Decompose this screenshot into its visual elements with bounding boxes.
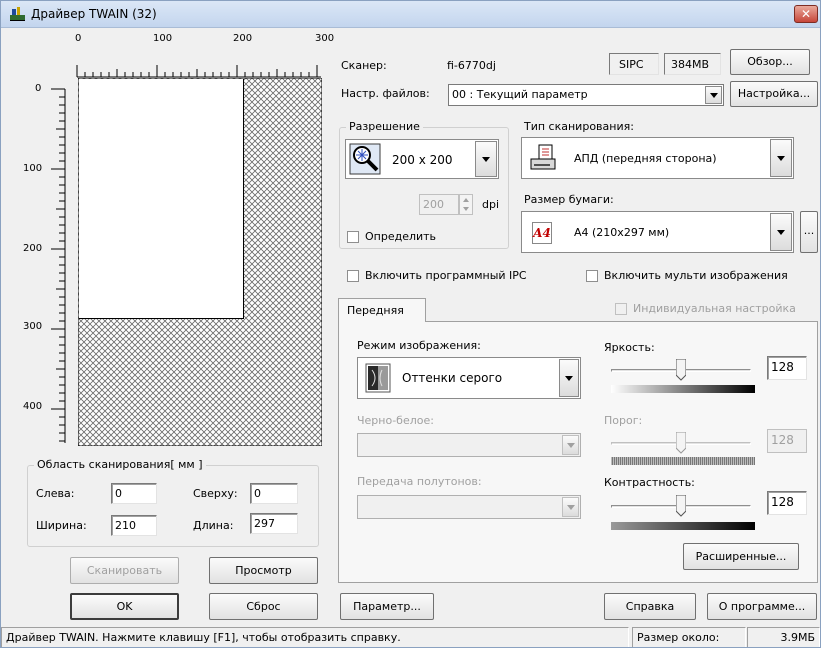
image-mode-dropdown[interactable]: Оттенки серого [357,357,581,399]
scanner-model: fi-6770dj [447,59,496,72]
scan-type-value: АПД (передняя сторона) [574,152,717,165]
resolution-value: 200 x 200 [392,153,453,167]
detect-label: Определить [365,230,437,243]
chevron-down-icon[interactable] [475,141,497,177]
individual-setting-label: Индивидуальная настройка [633,302,796,315]
setup-button[interactable]: Настройка... [730,81,818,107]
chevron-down-icon[interactable] [562,435,579,455]
h-ruler-label-200: 200 [233,33,253,44]
individual-setting-checkbox[interactable] [615,303,627,315]
scanner-app-icon [10,7,25,21]
detect-checkbox[interactable] [347,231,359,243]
file-settings-dropdown[interactable]: 00 : Текущий параметр [448,84,724,106]
parameter-button[interactable]: Параметр... [340,593,434,620]
v-ruler-label-100: 100 [23,163,43,174]
preview-button[interactable]: Просмотр [209,557,318,584]
ok-button[interactable]: OK [70,593,179,620]
title-bar[interactable]: Драйвер TWAIN (32) ✕ [1,1,820,28]
status-message: Драйвер TWAIN. Нажмите клавишу [F1], что… [1,627,629,647]
browse-button[interactable]: Обзор... [730,49,810,75]
left-label: Слева: [36,487,75,500]
v-ruler-label-400: 400 [23,401,43,412]
chevron-down-icon[interactable] [562,497,579,517]
v-ruler-label-300: 300 [23,321,43,332]
status-size-value: 3.9МБ [747,627,820,647]
length-field[interactable]: 297 [250,513,298,534]
top-label: Сверху: [193,487,238,500]
contrast-slider-thumb[interactable] [676,495,686,517]
image-mode-value: Оттенки серого [402,371,503,385]
resolution-magnifier-icon [349,143,381,175]
tab-front[interactable]: Передняя [338,298,426,322]
brightness-value-field[interactable]: 128 [767,356,807,380]
brightness-slider-thumb[interactable] [676,359,686,381]
multi-image-label: Включить мульти изображения [604,269,788,282]
brightness-gradient [611,385,755,393]
threshold-value-field[interactable]: 128 [767,429,807,453]
file-settings-label: Настр. файлов: [341,87,430,100]
paper-size-dropdown[interactable]: A4 A4 (210x297 мм) [521,211,794,253]
reset-button[interactable]: Сброс [209,593,318,620]
help-button[interactable]: Справка [604,593,696,620]
length-label: Длина: [193,519,234,532]
scan-area-legend: Область сканирования[ мм ] [34,458,206,471]
scan-area-group: Область сканирования[ мм ] [27,458,319,547]
brightness-label: Яркость: [604,341,655,354]
chevron-down-icon[interactable] [705,86,722,104]
paper-size-value: A4 (210x297 мм) [574,226,670,239]
custom-dpi-field[interactable]: 200 [419,194,459,215]
h-ruler-label-100: 100 [153,33,173,44]
scan-type-dropdown[interactable]: АПД (передняя сторона) [521,137,794,179]
bw-dropdown[interactable] [357,433,581,457]
width-label: Ширина: [36,519,87,532]
threshold-gradient [611,457,755,465]
halftone-label: Передача полутонов: [357,475,482,488]
ipc-badge: SIPC [609,53,659,75]
scan-button[interactable]: Сканировать [70,557,179,584]
image-mode-label: Режим изображения: [357,339,481,352]
top-field[interactable]: 0 [250,483,298,504]
close-icon: ✕ [800,7,812,21]
close-button[interactable]: ✕ [794,5,818,23]
scanner-label: Сканер: [341,59,387,72]
status-size-label: Размер около: [632,627,746,647]
twain-dialog: Драйвер TWAIN (32) ✕ 0 100 200 300 0 100… [0,0,821,648]
chevron-down-icon[interactable] [559,359,579,397]
paper-more-button[interactable]: ... [800,211,818,253]
contrast-value-field[interactable]: 128 [767,491,807,515]
h-ruler-label-0: 0 [75,33,82,44]
resolution-dropdown[interactable]: 200 x 200 [345,139,499,179]
v-ruler-label-200: 200 [23,243,43,254]
paper-size-label: Размер бумаги: [524,193,614,206]
v-ruler-label-0: 0 [35,83,42,94]
left-field[interactable]: 0 [111,483,157,504]
advanced-button[interactable]: Расширенные... [683,543,799,570]
contrast-label: Контрастность: [604,476,695,489]
about-button[interactable]: О программе... [707,593,817,620]
contrast-gradient [611,522,755,530]
memory-badge: 384MB [664,53,721,75]
halftone-dropdown[interactable] [357,495,581,519]
multi-image-checkbox[interactable] [586,270,598,282]
grayscale-mode-icon [365,363,391,393]
tab-front-label: Передняя [347,304,404,317]
threshold-slider-thumb[interactable] [676,432,686,454]
resolution-legend: Разрешение [346,120,423,133]
dpi-unit-label: dpi [482,198,500,211]
scan-type-label: Тип сканирования: [524,120,634,133]
software-ipc-checkbox[interactable] [347,270,359,282]
width-field[interactable]: 210 [111,515,157,536]
bw-label: Черно-белое: [357,414,434,427]
adf-scanner-icon [530,144,556,170]
threshold-label: Порог: [604,414,643,427]
window-title: Драйвер TWAIN (32) [31,7,157,21]
a4-paper-icon: A4 [532,222,552,244]
h-ruler-label-300: 300 [315,33,335,44]
chevron-down-icon[interactable] [770,139,792,177]
dpi-spinner[interactable] [459,194,473,215]
software-ipc-label: Включить программный IPC [365,269,527,282]
scan-area-selection[interactable] [79,79,244,319]
chevron-down-icon[interactable] [770,213,792,251]
